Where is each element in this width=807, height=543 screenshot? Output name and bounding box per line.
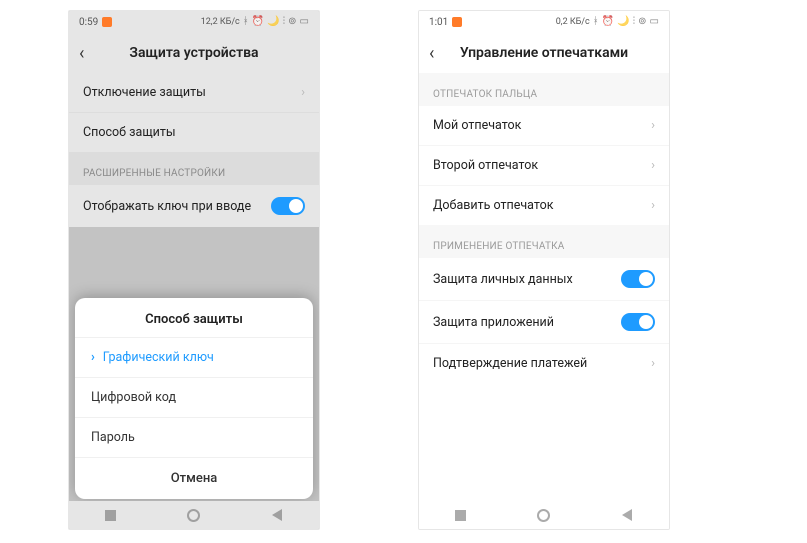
sheet-option-pin[interactable]: Цифровой код (75, 377, 313, 417)
row-label: Отключение защиты (83, 85, 206, 100)
status-time: 1:01 (429, 17, 448, 28)
row-second-fingerprint[interactable]: Второй отпечаток › (419, 145, 669, 185)
section-advanced: РАСШИРЕННЫЕ НАСТРОЙКИ (69, 152, 319, 185)
status-bar: 0:59 12,2 КБ/с ᚼ ⏰ 🌙 ⫶ ⊚ ▭ (69, 11, 319, 33)
sheet-option-password[interactable]: Пароль (75, 417, 313, 457)
phone-screenshot-left: 0:59 12,2 КБ/с ᚼ ⏰ 🌙 ⫶ ⊚ ▭ ‹ Защита устр… (68, 10, 320, 530)
status-net-speed: 12,2 КБ/с (201, 17, 240, 27)
bottom-sheet: Способ защиты Графический ключ Цифровой … (75, 298, 313, 499)
nav-back-icon[interactable] (270, 508, 284, 522)
sheet-title: Способ защиты (75, 298, 313, 337)
row-private-data[interactable]: Защита личных данных (419, 258, 669, 300)
nav-recent-icon[interactable] (104, 508, 118, 522)
row-label: Способ защиты (83, 125, 176, 140)
row-label: Отображать ключ при вводе (83, 199, 251, 214)
chevron-right-icon: › (651, 198, 655, 213)
wifi-icon: ⊚ (638, 17, 646, 27)
signal-icon: ⫶ (283, 17, 286, 27)
alarm-icon: ⏰ (602, 17, 614, 27)
dnd-icon: 🌙 (267, 17, 279, 27)
chevron-right-icon: › (651, 158, 655, 173)
nav-recent-icon[interactable] (454, 508, 468, 522)
row-app-lock[interactable]: Защита приложений (419, 300, 669, 343)
toggle-private-data[interactable] (621, 270, 655, 288)
chevron-right-icon: › (651, 118, 655, 133)
phone-screenshot-right: 1:01 0,2 КБ/с ᚼ ⏰ 🌙 ⫶ ⊚ ▭ ‹ Управление о… (418, 10, 670, 530)
nav-home-icon[interactable] (537, 508, 551, 522)
page-title: Управление отпечатками (419, 45, 669, 61)
row-label: Мой отпечаток (433, 118, 521, 133)
section-fingerprint: ОТПЕЧАТОК ПАЛЬЦА (419, 73, 669, 106)
nav-home-icon[interactable] (187, 508, 201, 522)
row-label: Добавить отпечаток (433, 198, 554, 213)
header: ‹ Защита устройства (69, 33, 319, 73)
battery-icon: ▭ (650, 17, 659, 27)
option-label: Цифровой код (91, 390, 176, 405)
cancel-label: Отмена (171, 471, 218, 486)
bluetooth-icon: ᚼ (243, 17, 249, 27)
row-label: Подтверждение платежей (433, 356, 587, 371)
section-usage: ПРИМЕНЕНИЕ ОТПЕЧАТКА (419, 225, 669, 258)
row-disable-protection[interactable]: Отключение защиты › (69, 73, 319, 112)
nav-bar (69, 501, 319, 529)
status-bar: 1:01 0,2 КБ/с ᚼ ⏰ 🌙 ⫶ ⊚ ▭ (419, 11, 669, 33)
nav-back-icon[interactable] (620, 508, 634, 522)
row-add-fingerprint[interactable]: Добавить отпечаток › (419, 185, 669, 225)
bluetooth-icon: ᚼ (593, 17, 599, 27)
nav-bar (419, 501, 669, 529)
alarm-icon: ⏰ (252, 17, 264, 27)
row-label: Защита личных данных (433, 272, 573, 287)
row-label: Второй отпечаток (433, 158, 538, 173)
chevron-right-icon: › (301, 85, 305, 100)
row-show-key[interactable]: Отображать ключ при вводе (69, 185, 319, 227)
page-title: Защита устройства (69, 45, 319, 61)
header: ‹ Управление отпечатками (419, 33, 669, 73)
dnd-icon: 🌙 (617, 17, 629, 27)
status-app-icon (452, 17, 462, 27)
option-label: Графический ключ (103, 350, 214, 365)
status-time: 0:59 (79, 17, 98, 28)
row-label: Защита приложений (433, 315, 554, 330)
sheet-cancel-button[interactable]: Отмена (75, 457, 313, 499)
row-payment-confirm[interactable]: Подтверждение платежей › (419, 343, 669, 383)
chevron-right-icon: › (651, 356, 655, 371)
toggle-show-key[interactable] (271, 197, 305, 215)
signal-icon: ⫶ (633, 17, 636, 27)
status-app-icon (102, 17, 112, 27)
sheet-option-pattern[interactable]: Графический ключ (75, 337, 313, 377)
option-label: Пароль (91, 430, 135, 445)
row-protection-method[interactable]: Способ защиты (69, 112, 319, 152)
toggle-app-lock[interactable] (621, 313, 655, 331)
wifi-icon: ⊚ (288, 17, 296, 27)
status-net-speed: 0,2 КБ/с (556, 17, 590, 27)
battery-icon: ▭ (300, 17, 309, 27)
row-my-fingerprint[interactable]: Мой отпечаток › (419, 106, 669, 145)
